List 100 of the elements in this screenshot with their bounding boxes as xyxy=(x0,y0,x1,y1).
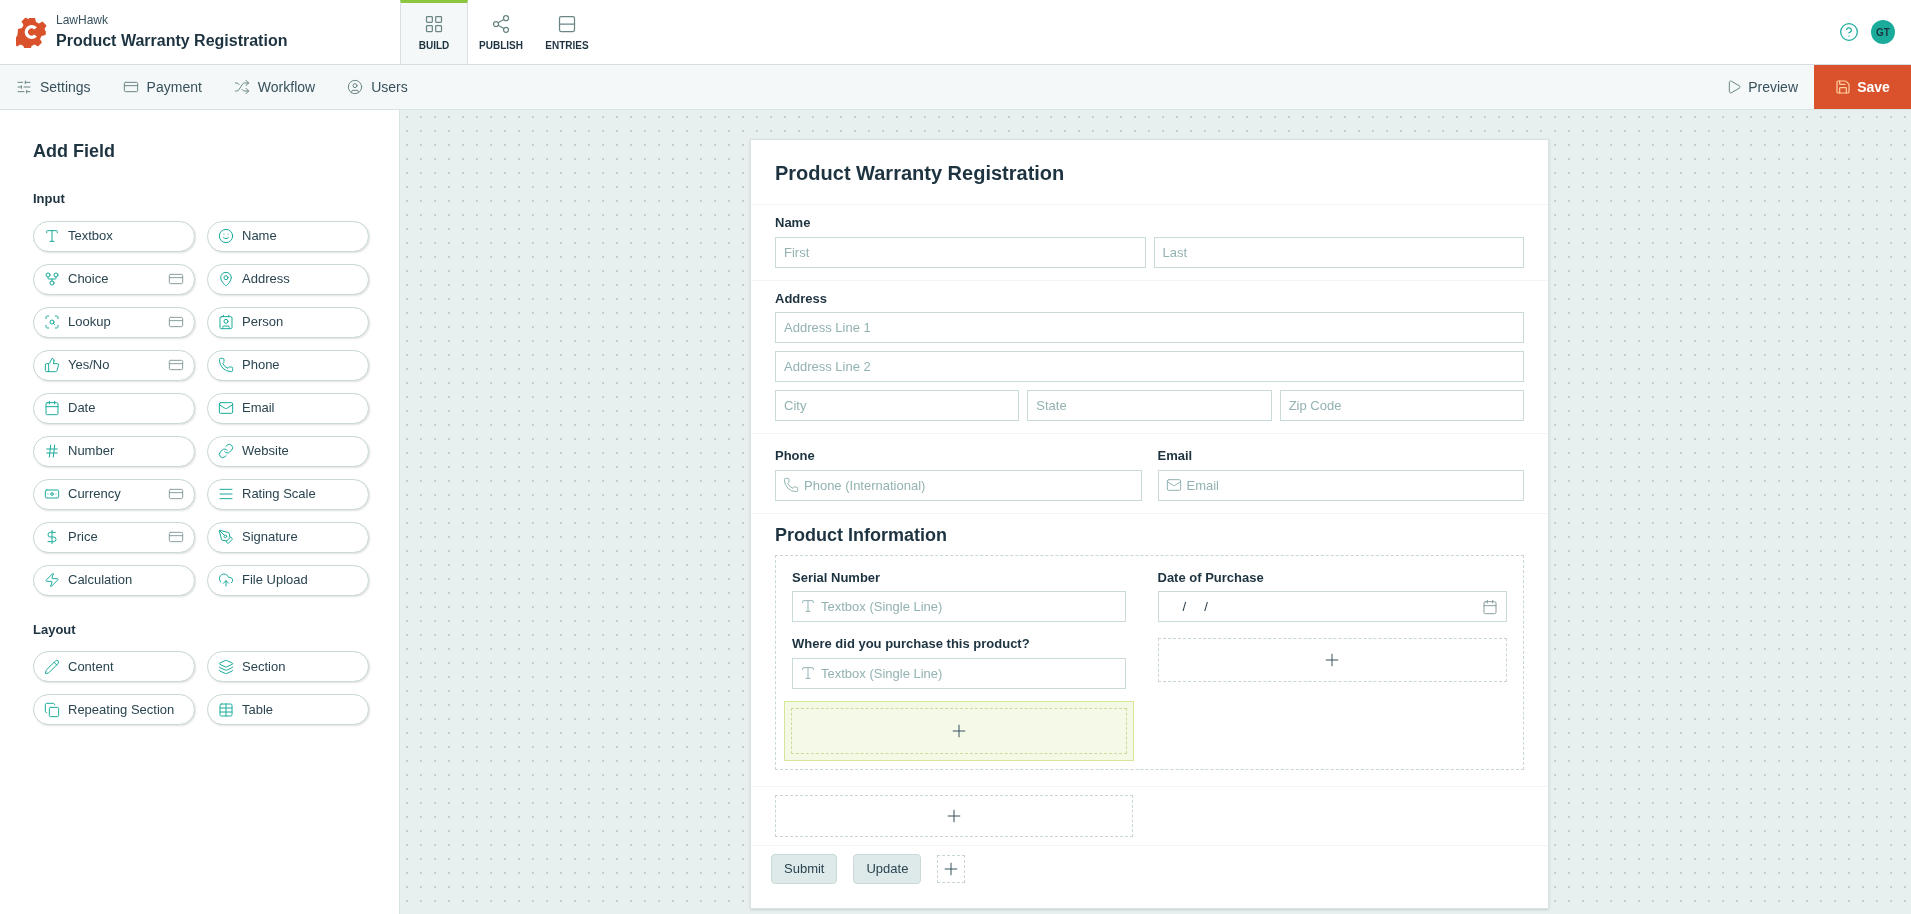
lines-icon xyxy=(218,486,234,502)
pen-icon xyxy=(218,529,234,545)
toolbar-link[interactable]: Payment xyxy=(122,76,202,98)
phone-icon xyxy=(783,476,799,493)
sidebar-title: Add Field xyxy=(33,140,116,163)
field-label: Address xyxy=(775,289,829,308)
drop-zone[interactable] xyxy=(775,794,1133,837)
field-type-button[interactable]: Website xyxy=(207,435,369,467)
calendar-icon xyxy=(1482,598,1498,615)
form-button[interactable]: Update xyxy=(853,853,922,884)
text-field[interactable]: Zip Code xyxy=(1279,390,1524,421)
table-icon xyxy=(218,701,234,718)
field-type-button[interactable]: Signature xyxy=(207,521,369,553)
drop-zone[interactable] xyxy=(1157,638,1507,682)
section-title: Product Information xyxy=(775,523,948,547)
link-icon xyxy=(218,443,234,459)
search-icon xyxy=(44,314,60,330)
upload-icon xyxy=(218,572,234,588)
field-type-button[interactable]: Rating Scale xyxy=(207,478,369,510)
field-type-button[interactable]: Person xyxy=(207,306,369,338)
contact-card-icon xyxy=(218,314,234,330)
save-icon xyxy=(1835,79,1852,95)
text-field[interactable]: Last xyxy=(1153,236,1524,268)
field-type-button[interactable]: Name xyxy=(207,220,369,252)
toolbar-link[interactable]: Users xyxy=(347,76,408,98)
copy-icon xyxy=(44,701,60,718)
field-type-button[interactable]: Calculation xyxy=(33,564,195,596)
share-icon xyxy=(491,14,511,34)
text-field[interactable]: Textbox (Single Line) xyxy=(792,657,1126,689)
nav-tab[interactable]: ENTRIES xyxy=(534,0,600,64)
user-avatar[interactable]: GT xyxy=(1871,20,1895,44)
brand-name: LawHawk xyxy=(56,12,110,29)
form-title: Product Warranty Registration xyxy=(751,140,1548,205)
app-title: Product Warranty Registration xyxy=(56,31,288,51)
envelope-icon xyxy=(1165,476,1182,493)
text-field[interactable]: City xyxy=(775,390,1020,421)
field-type-button[interactable]: Phone xyxy=(207,349,369,381)
calendar-icon xyxy=(44,400,60,416)
nav-tab[interactable]: BUILD xyxy=(400,0,468,64)
banknote-icon xyxy=(44,486,60,502)
field-type-button[interactable]: Repeating Section xyxy=(33,694,195,725)
field-label: Serial Number xyxy=(792,568,882,587)
field-type-button[interactable]: Section xyxy=(207,651,369,682)
text-field[interactable]: Address Line 2 xyxy=(775,351,1524,382)
text-field[interactable]: Email xyxy=(1157,469,1524,501)
date-value: / / xyxy=(1182,597,1209,616)
rows-icon xyxy=(557,14,577,34)
field-type-button[interactable]: Lookup xyxy=(33,306,195,338)
grid-icon xyxy=(424,14,444,34)
group-heading: Input xyxy=(33,190,66,208)
text-field[interactable]: Phone (International) xyxy=(775,469,1142,501)
nav-tab[interactable]: PUBLISH xyxy=(468,0,534,64)
thumbs-up-icon xyxy=(44,357,60,373)
smiley-icon xyxy=(218,228,234,244)
field-type-button[interactable]: Yes/No xyxy=(33,349,195,381)
text-icon xyxy=(44,228,60,244)
text-icon xyxy=(800,664,816,681)
drop-zone[interactable] xyxy=(791,707,1127,754)
field-label: Date of Purchase xyxy=(1157,568,1265,587)
field-type-button[interactable]: Content xyxy=(33,651,195,682)
text-icon xyxy=(800,598,816,614)
dollar-icon xyxy=(44,529,60,545)
play-icon xyxy=(1726,79,1743,95)
text-field[interactable]: Address Line 1 xyxy=(775,312,1524,343)
date-field[interactable]: / / xyxy=(1157,591,1507,622)
add-button[interactable] xyxy=(937,854,966,883)
field-type-button[interactable]: Textbox xyxy=(33,220,195,252)
card-icon xyxy=(122,79,139,95)
field-type-button[interactable]: Choice xyxy=(33,263,195,295)
save-button[interactable]: Save xyxy=(1814,65,1911,109)
text-field[interactable]: State xyxy=(1027,390,1272,421)
shuffle-icon xyxy=(233,79,250,95)
lightning-icon xyxy=(44,572,60,588)
field-type-button[interactable]: Price xyxy=(33,521,195,553)
phone-icon xyxy=(218,357,234,373)
field-label: Name xyxy=(775,214,812,232)
text-field[interactable]: First xyxy=(775,236,1146,268)
map-pin-icon xyxy=(218,271,234,287)
field-type-button[interactable]: Table xyxy=(207,694,369,725)
field-type-button[interactable]: Currency xyxy=(33,478,195,510)
group-heading: Layout xyxy=(33,620,77,639)
envelope-icon xyxy=(218,400,234,416)
hash-icon xyxy=(44,443,60,459)
gear-logo-icon xyxy=(16,16,48,48)
field-label: Where did you purchase this product? xyxy=(792,635,1031,653)
user-icon xyxy=(347,79,364,95)
toolbar-link[interactable]: Settings xyxy=(16,76,91,98)
field-type-button[interactable]: Number xyxy=(33,435,195,467)
field-type-button[interactable]: Email xyxy=(207,392,369,424)
text-field[interactable]: Textbox (Single Line) xyxy=(792,591,1126,622)
field-type-button[interactable]: Date xyxy=(33,392,195,424)
form-button[interactable]: Submit xyxy=(771,853,838,884)
help-icon[interactable] xyxy=(1839,22,1859,42)
preview-button[interactable]: Preview xyxy=(1726,65,1814,109)
toolbar-link[interactable]: Workflow xyxy=(233,76,316,98)
field-type-button[interactable]: File Upload xyxy=(207,564,369,596)
field-type-button[interactable]: Address xyxy=(207,263,369,295)
pencil-icon xyxy=(44,658,60,675)
field-label: Phone xyxy=(775,447,816,465)
layers-icon xyxy=(218,658,234,675)
